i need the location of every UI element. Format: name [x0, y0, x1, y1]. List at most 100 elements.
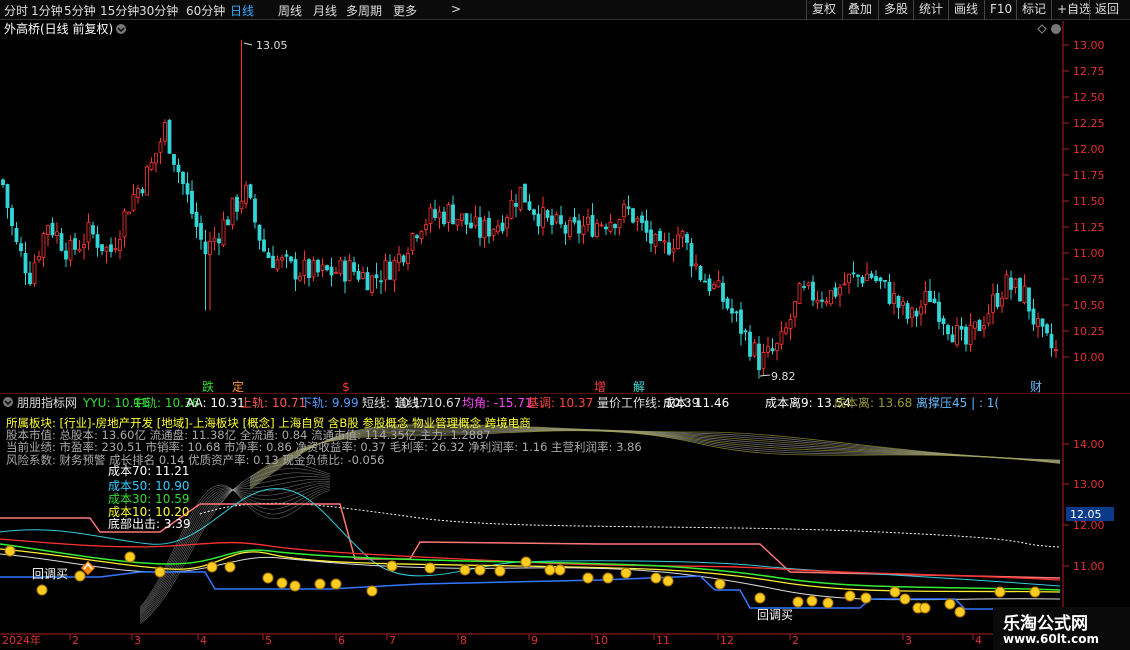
ind-y-tick-label: 11.00 [1073, 560, 1105, 573]
candle-body [1009, 277, 1013, 290]
candle-body [298, 275, 302, 281]
toolbar-button-0[interactable]: 复权 [806, 0, 841, 20]
bottom-signal-coin [582, 572, 594, 584]
event-marker-4: 解 [633, 380, 645, 394]
candle-body [820, 299, 824, 302]
x-month-label: 3 [134, 634, 141, 647]
indicator-value-8: 基调: 10.37 [527, 396, 593, 410]
y-tick-label: 10.75 [1073, 273, 1105, 286]
candle-body [608, 221, 613, 232]
candle-body [167, 119, 172, 154]
bottom-signal-coin [224, 561, 236, 573]
indicator-menu-icon[interactable] [3, 397, 13, 407]
bottom-signal-coin [124, 551, 136, 563]
candle-body [1004, 274, 1009, 299]
candle-body [748, 331, 752, 357]
candle-body [419, 230, 424, 240]
toolbar-button-5[interactable]: F10 [984, 0, 1017, 20]
y-tick-label: 10.00 [1073, 351, 1105, 364]
candle-body [860, 276, 865, 284]
signal-label-buy-back: 回调买 [32, 567, 68, 581]
title-dropdown-icon[interactable] [116, 24, 126, 34]
candle-body [208, 240, 212, 255]
candle-body [172, 154, 176, 165]
timeframe-tab-3[interactable]: 15分钟 [100, 2, 139, 19]
timeframe-tab-0[interactable]: 分时 [4, 2, 28, 19]
timeframe-tab-1[interactable]: 1分钟 [31, 2, 63, 19]
candle-body [266, 252, 271, 259]
toolbar-button-1[interactable]: 叠加 [842, 0, 877, 20]
toolbar-button-4[interactable]: 画线 [948, 0, 983, 20]
candle-body [91, 225, 95, 235]
timeframe-tab-6[interactable]: 日线 [230, 2, 254, 19]
candle-body [779, 331, 784, 345]
more-arrow-icon[interactable]: > [451, 2, 461, 16]
indicator-value-13: 离撑压45 | : 1( [916, 395, 999, 410]
candle-body [100, 244, 104, 252]
candle-body [271, 255, 275, 269]
toolbar-button-6[interactable]: 标记 [1016, 0, 1051, 20]
candle-body [514, 203, 518, 207]
candle-body [518, 186, 523, 210]
candle-body [689, 243, 694, 267]
candle-body [469, 222, 473, 229]
bottom-signal-coin [386, 560, 398, 572]
bottom-signal-coin [262, 572, 274, 584]
timeframe-tab-7[interactable]: 周线 [278, 2, 302, 19]
timeframe-tab-5[interactable]: 60分钟 [186, 2, 225, 19]
candle-body [734, 311, 739, 314]
candle-body [361, 272, 365, 279]
candle-body [374, 274, 379, 279]
x-month-label: 4 [200, 634, 207, 647]
candle-body [185, 183, 190, 195]
indicator-chart[interactable]: 朋朋指标网 YYU: 10.11中轨: 10.36AA: 10.31上轨: 10.… [0, 394, 1130, 650]
candle-body [230, 197, 235, 226]
toolbar-button-2[interactable]: 多股 [878, 0, 913, 20]
timeframe-tab-9[interactable]: 多周期 [346, 2, 382, 19]
timeframe-tab-4[interactable]: 30分钟 [139, 2, 178, 19]
candle-body [874, 276, 878, 282]
candle-body [541, 207, 545, 228]
candle-body [982, 325, 986, 330]
timeframe-tab-8[interactable]: 月线 [313, 2, 337, 19]
candle-body [401, 255, 406, 263]
timeframe-tab-10[interactable]: 更多 [393, 2, 417, 19]
candle-body [532, 209, 536, 215]
candle-body [1040, 318, 1045, 327]
toolbar-button-8[interactable]: 返回 [1089, 0, 1124, 20]
x-month-label: 6 [338, 634, 345, 647]
timeframe-tab-2[interactable]: 5分钟 [64, 2, 96, 19]
candle-body [46, 225, 50, 235]
candle-body [509, 199, 514, 219]
candle-body [658, 230, 662, 241]
chart-menu-icon[interactable] [1051, 24, 1061, 34]
candle-body [370, 275, 374, 293]
candle-body [433, 209, 437, 218]
candle-body [145, 166, 149, 196]
low-price-label: 9.82 [771, 370, 796, 383]
stock-title: 外高桥(日线 前复权) [4, 21, 113, 36]
toolbar-button-3[interactable]: 统计 [913, 0, 948, 20]
indicator-value-7: 均角: -15.71 [462, 396, 533, 410]
bottom-signal-coin [554, 564, 566, 576]
candle-body [707, 278, 712, 292]
bottom-signal-coin [714, 578, 726, 590]
candle-body [937, 301, 941, 322]
cost-line-2: 成本30: 10.59 [108, 492, 189, 506]
candle-body [19, 243, 23, 252]
bottom-signal-coin [889, 586, 901, 598]
bottom-signal-coin [154, 566, 166, 578]
candle-body [910, 307, 914, 319]
candle-body [694, 263, 698, 267]
candle-body [37, 255, 41, 261]
candlestick-chart[interactable]: 外高桥(日线 前复权) 13.00 12.75 12.50 12.25 12.00 11.7… [0, 21, 1130, 395]
candle-body [919, 306, 923, 315]
candle-body [649, 229, 653, 244]
candle-body [703, 280, 707, 283]
candle-body [869, 273, 874, 278]
candle-body [424, 224, 428, 230]
candle-body [5, 184, 10, 209]
candle-body [50, 222, 55, 236]
candle-body [122, 210, 127, 238]
candle-body [829, 290, 833, 305]
